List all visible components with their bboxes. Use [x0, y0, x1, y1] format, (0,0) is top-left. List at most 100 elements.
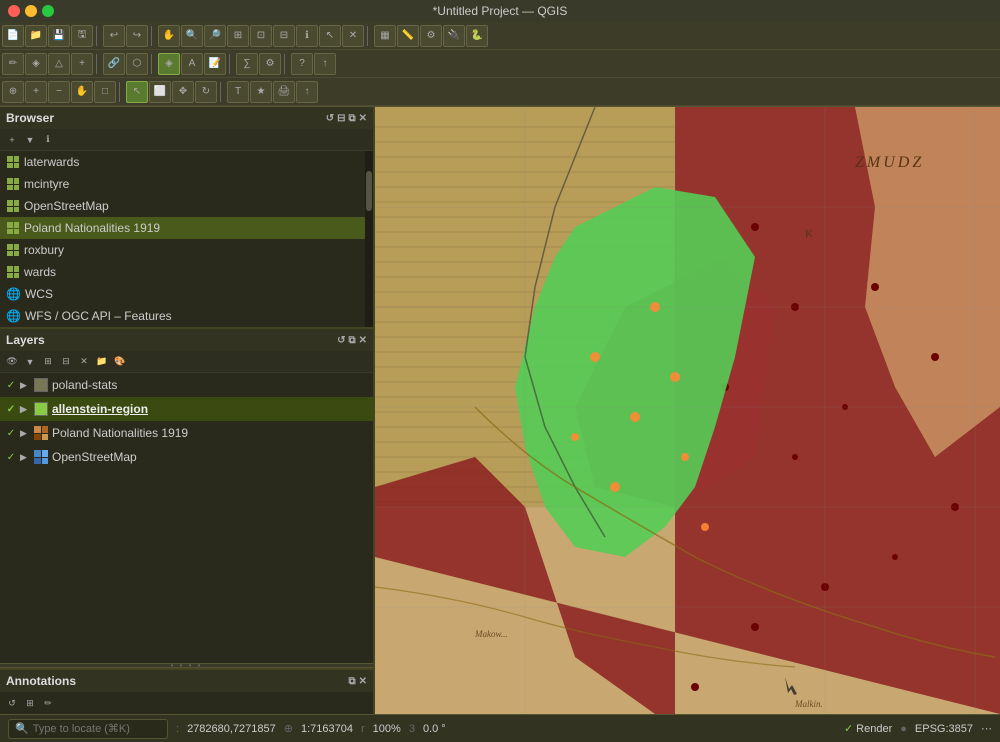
browser-refresh-icon[interactable]: ↺	[326, 113, 334, 124]
zoom-layer-icon[interactable]: ⊡	[250, 25, 272, 47]
layers-filter-icon[interactable]: ▼	[22, 354, 38, 370]
deselect-icon[interactable]: ✕	[342, 25, 364, 47]
checkbox-poland-nat[interactable]: ✓	[4, 426, 18, 440]
annotation-icon[interactable]: 📝	[204, 53, 226, 75]
pan2-icon[interactable]: ✋	[71, 81, 93, 103]
rotation-display[interactable]: 100%	[373, 723, 401, 735]
browser-item-wards[interactable]: wards	[0, 261, 365, 283]
layers-refresh-icon[interactable]: ↺	[337, 335, 345, 346]
expand-poland-nat[interactable]: ▶	[20, 428, 32, 439]
annotation-edit-icon[interactable]: ✏	[40, 695, 56, 711]
browser-wfs[interactable]: 🌐 WFS / OGC API – Features	[0, 305, 365, 327]
locate-input[interactable]	[33, 723, 153, 735]
browser-add-icon[interactable]: +	[4, 132, 20, 148]
zoom-select-icon[interactable]: ⊟	[273, 25, 295, 47]
field-calc-icon[interactable]: ∑	[236, 53, 258, 75]
layer-osm[interactable]: ✓ ▶ OpenStreetMap	[0, 445, 373, 469]
redo-icon[interactable]: ↪	[126, 25, 148, 47]
attribute-table-icon[interactable]: ▦	[374, 25, 396, 47]
layers-close-icon[interactable]: ✕	[359, 335, 367, 346]
save-project-icon[interactable]: 💾	[48, 25, 70, 47]
zoom-out2-icon[interactable]: −	[48, 81, 70, 103]
browser-float-icon[interactable]: ⧉	[348, 113, 355, 124]
layer-poland-nat[interactable]: ✓ ▶ Poland Nationalities 1919	[0, 421, 373, 445]
browser-item-laterwards[interactable]: laterwards	[0, 151, 365, 173]
layers-group-icon[interactable]: 📁	[94, 354, 110, 370]
print-icon[interactable]: 🖨	[273, 81, 295, 103]
rotate-icon[interactable]: ↻	[195, 81, 217, 103]
open-project-icon[interactable]: 📁	[25, 25, 47, 47]
scale-display[interactable]: 1:7163704	[301, 723, 353, 735]
export-icon[interactable]: ↑	[296, 81, 318, 103]
browser-item-roxbury[interactable]: roxbury	[0, 239, 365, 261]
checkbox-osm[interactable]: ✓	[4, 450, 18, 464]
status-more-icon[interactable]: ⋯	[981, 722, 992, 735]
share-icon[interactable]: ↑	[314, 53, 336, 75]
layers-add-icon[interactable]: 👁	[4, 354, 20, 370]
render-toggle[interactable]: ✓ Render	[844, 722, 892, 735]
star-icon[interactable]: ★	[250, 81, 272, 103]
annotations-close-icon[interactable]: ✕	[359, 676, 367, 687]
checkbox-allenstein[interactable]: ✓	[4, 402, 18, 416]
select-rect-icon[interactable]: ⬜	[149, 81, 171, 103]
pan-icon[interactable]: ✋	[158, 25, 180, 47]
settings-icon[interactable]: ⚙	[420, 25, 442, 47]
zoom-in2-icon[interactable]: +	[25, 81, 47, 103]
browser-filter-icon[interactable]: ▼	[22, 132, 38, 148]
measure-icon[interactable]: 📏	[397, 25, 419, 47]
browser-item-osm[interactable]: OpenStreetMap	[0, 195, 365, 217]
python-icon[interactable]: 🐍	[466, 25, 488, 47]
map-canvas[interactable]: ZMUDZ K	[375, 107, 1000, 714]
select-icon[interactable]: ↖	[319, 25, 341, 47]
browser-wcs[interactable]: 🌐 WCS	[0, 283, 365, 305]
zoom-full-icon[interactable]: ⊞	[227, 25, 249, 47]
snapping-icon[interactable]: 🔗	[103, 53, 125, 75]
add-feature-icon[interactable]: +	[71, 53, 93, 75]
select-features-icon[interactable]: ↖	[126, 81, 148, 103]
zoom-out-icon[interactable]: 🔎	[204, 25, 226, 47]
browser-close-icon[interactable]: ✕	[359, 113, 367, 124]
layers-expand-icon[interactable]: ⊞	[40, 354, 56, 370]
annotations-float-icon[interactable]: ⧉	[348, 676, 355, 687]
plugins-icon[interactable]: 🔌	[443, 25, 465, 47]
layers-style-icon[interactable]: 🎨	[112, 354, 128, 370]
layers-float-icon[interactable]: ⧉	[348, 335, 355, 346]
new-project-icon[interactable]: 📄	[2, 25, 24, 47]
browser-collapse-icon[interactable]: ⊟	[337, 113, 345, 124]
zoom-in-icon[interactable]: 🔍	[181, 25, 203, 47]
edit-icon[interactable]: ✏	[2, 53, 24, 75]
map-nav-icon[interactable]: ⊕	[2, 81, 24, 103]
zoom-box-icon[interactable]: □	[94, 81, 116, 103]
layers-collapse-icon[interactable]: ⊟	[58, 354, 74, 370]
layers-remove-icon[interactable]: ✕	[76, 354, 92, 370]
move-icon[interactable]: ✥	[172, 81, 194, 103]
expand-poland-stats[interactable]: ▶	[20, 380, 32, 391]
epsg-display[interactable]: EPSG:3857	[915, 723, 973, 735]
identify-icon[interactable]: ℹ	[296, 25, 318, 47]
expand-allenstein[interactable]: ▶	[20, 404, 32, 415]
browser-item-poland[interactable]: Poland Nationalities 1919	[0, 217, 365, 239]
highlight-icon[interactable]: ◈	[158, 53, 180, 75]
layer-poland-stats[interactable]: ✓ ▶ poland-stats	[0, 373, 373, 397]
help-icon[interactable]: ?	[291, 53, 313, 75]
expand-osm[interactable]: ▶	[20, 452, 32, 463]
maximize-button[interactable]	[42, 5, 54, 17]
browser-info-icon[interactable]: ℹ	[40, 132, 56, 148]
layer-allenstein[interactable]: ✓ ▶ allenstein-region	[0, 397, 373, 421]
label-icon[interactable]: A	[181, 53, 203, 75]
undo-icon[interactable]: ↩	[103, 25, 125, 47]
minimize-button[interactable]	[25, 5, 37, 17]
angle-display[interactable]: 0.0 °	[423, 723, 446, 735]
text-label-icon[interactable]: T	[227, 81, 249, 103]
topology-icon[interactable]: ⬡	[126, 53, 148, 75]
browser-item-mcintyre[interactable]: mcintyre	[0, 173, 365, 195]
digitize-icon[interactable]: △	[48, 53, 70, 75]
save-as-icon[interactable]: 🖫	[71, 25, 93, 47]
locate-bar[interactable]: 🔍	[8, 719, 168, 739]
processing-icon[interactable]: ⚙	[259, 53, 281, 75]
node-tool-icon[interactable]: ◈	[25, 53, 47, 75]
checkbox-poland-stats[interactable]: ✓	[4, 378, 18, 392]
annotation-add-icon[interactable]: ↺	[4, 695, 20, 711]
close-button[interactable]	[8, 5, 20, 17]
annotation-layer-icon[interactable]: ⊞	[22, 695, 38, 711]
